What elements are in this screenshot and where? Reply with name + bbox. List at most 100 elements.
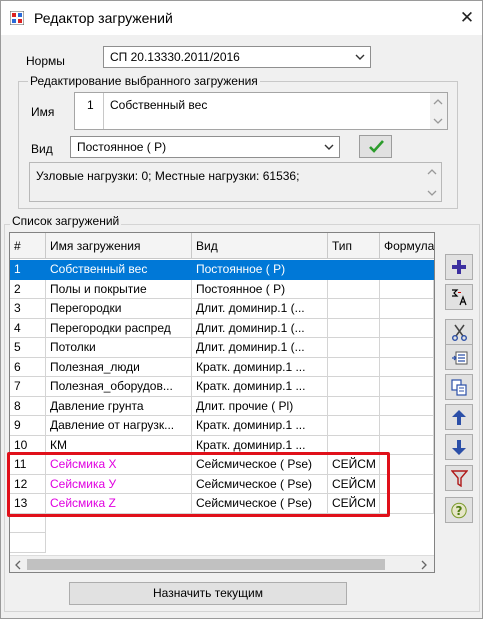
chevron-down-icon bbox=[324, 144, 334, 150]
cell-type bbox=[328, 260, 380, 280]
cell-number: 8 bbox=[10, 396, 46, 416]
insert-button[interactable] bbox=[445, 344, 473, 370]
cell-kind: Кратк. доминир.1 ... bbox=[192, 377, 328, 397]
copy-icon bbox=[451, 379, 467, 396]
table-row[interactable]: 2 Полы и покрытие Постоянное ( P) bbox=[10, 279, 434, 299]
norms-label: Нормы bbox=[26, 54, 65, 68]
move-up-button[interactable] bbox=[445, 404, 473, 430]
cell-kind: Длит. доминир.1 (... bbox=[192, 318, 328, 338]
cell-formula bbox=[380, 396, 434, 416]
cell-kind: Длит. прочие ( Pl) bbox=[192, 396, 328, 416]
cell-number: 4 bbox=[10, 318, 46, 338]
cell-type bbox=[328, 338, 380, 358]
kind-select[interactable]: Постоянное ( P) bbox=[70, 136, 340, 158]
cell-type bbox=[328, 377, 380, 397]
info-scrollbar[interactable] bbox=[424, 163, 441, 201]
table-row[interactable]: 7 Полезная_оборудов... Кратк. доминир.1 ..… bbox=[10, 377, 434, 397]
cell-name: Давление грунта bbox=[46, 396, 192, 416]
checkmark-icon bbox=[369, 140, 384, 153]
cell-number: 3 bbox=[10, 299, 46, 319]
table-row[interactable]: 5 Потолки Длит. доминир.1 (... bbox=[10, 338, 434, 358]
cell-formula bbox=[380, 416, 434, 436]
column-header-formula[interactable]: Формула bbox=[380, 233, 434, 259]
cut-button[interactable] bbox=[445, 319, 473, 345]
cell-type bbox=[328, 357, 380, 377]
name-scrollbar[interactable] bbox=[430, 93, 447, 129]
title-bar: Редактор загружений ✕ bbox=[1, 1, 482, 35]
table-row[interactable]: 1 Собственный вес Постоянное ( P) bbox=[10, 260, 434, 280]
empty-row bbox=[10, 533, 434, 553]
cell-number: 2 bbox=[10, 279, 46, 299]
move-down-icon bbox=[452, 440, 466, 455]
move-down-button[interactable] bbox=[445, 434, 473, 460]
name-value: Собственный вес bbox=[110, 98, 208, 112]
filter-icon bbox=[451, 470, 468, 487]
window-title: Редактор загружений bbox=[34, 10, 173, 26]
table-row[interactable]: 3 Перегородки Длит. доминир.1 (... bbox=[10, 299, 434, 319]
column-header-number[interactable]: # bbox=[10, 233, 46, 259]
assign-current-button[interactable]: Назначить текущим bbox=[69, 582, 347, 605]
insert-icon bbox=[452, 351, 468, 365]
app-icon bbox=[10, 11, 24, 25]
cell-kind: Постоянное ( P) bbox=[192, 260, 328, 280]
cell-name: Полы и покрытие bbox=[46, 279, 192, 299]
name-number: 1 bbox=[87, 98, 94, 112]
cell-formula bbox=[380, 377, 434, 397]
cell-formula bbox=[380, 299, 434, 319]
empty-cell bbox=[10, 533, 46, 553]
sum-sort-button[interactable] bbox=[445, 284, 473, 310]
close-button[interactable]: ✕ bbox=[453, 4, 481, 32]
copy-button[interactable] bbox=[445, 374, 473, 400]
help-button[interactable]: ? bbox=[445, 497, 473, 523]
table-row[interactable]: 4 Перегородки распред Длит. доминир.1 (... bbox=[10, 318, 434, 338]
cell-formula bbox=[380, 318, 434, 338]
filter-button[interactable] bbox=[445, 465, 473, 491]
scrollbar-thumb[interactable] bbox=[27, 559, 385, 570]
close-icon: ✕ bbox=[459, 8, 475, 27]
svg-text:?: ? bbox=[456, 504, 463, 518]
cut-icon bbox=[452, 324, 467, 341]
cell-kind: Кратк. доминир.1 ... bbox=[192, 357, 328, 377]
cell-name: Потолки bbox=[46, 338, 192, 358]
load-list-table[interactable]: # Имя загружения Вид Тип Формула 1 Собств… bbox=[9, 232, 435, 573]
cell-formula bbox=[380, 338, 434, 358]
scroll-up-icon bbox=[427, 169, 437, 175]
table-row[interactable]: 6 Полезная_люди Кратк. доминир.1 ... bbox=[10, 357, 434, 377]
name-field[interactable]: 1 Собственный вес bbox=[74, 92, 448, 130]
cell-kind: Длит. доминир.1 (... bbox=[192, 338, 328, 358]
cell-type bbox=[328, 299, 380, 319]
cell-type bbox=[328, 396, 380, 416]
cell-type bbox=[328, 416, 380, 436]
cell-formula bbox=[380, 260, 434, 280]
cell-name: Перегородки bbox=[46, 299, 192, 319]
scroll-right-icon bbox=[421, 560, 427, 570]
cell-type bbox=[328, 279, 380, 299]
column-header-kind[interactable]: Вид bbox=[192, 233, 328, 259]
cell-name: Собственный вес bbox=[46, 260, 192, 280]
cell-name: Перегородки распред bbox=[46, 318, 192, 338]
cell-number: 9 bbox=[10, 416, 46, 436]
table-row[interactable]: 8 Давление грунта Длит. прочие ( Pl) bbox=[10, 396, 434, 416]
scroll-down-icon bbox=[427, 190, 437, 196]
cell-name: Полезная_оборудов... bbox=[46, 377, 192, 397]
load-editor-window: Редактор загружений ✕ Нормы СП 20.13330.… bbox=[0, 0, 483, 619]
kind-label: Вид bbox=[31, 142, 53, 156]
scroll-up-icon bbox=[433, 99, 443, 105]
add-load-button[interactable] bbox=[445, 254, 473, 280]
apply-kind-button[interactable] bbox=[359, 135, 392, 158]
move-up-icon bbox=[452, 410, 466, 425]
table-row[interactable]: 9 Давление от нагрузк... Кратк. доминир.1 … bbox=[10, 416, 434, 436]
cell-number: 6 bbox=[10, 357, 46, 377]
kind-value: Постоянное ( P) bbox=[77, 140, 167, 154]
horizontal-scrollbar[interactable] bbox=[10, 555, 434, 572]
cell-kind: Кратк. доминир.1 ... bbox=[192, 416, 328, 436]
assign-current-label: Назначить текущим bbox=[152, 586, 264, 600]
load-info-text: Узловые нагрузки: 0; Местные нагрузки: 6… bbox=[36, 169, 300, 183]
column-header-type[interactable]: Тип bbox=[328, 233, 380, 259]
sum-sort-icon bbox=[452, 289, 467, 306]
norms-select[interactable]: СП 20.13330.2011/2016 bbox=[103, 46, 371, 68]
column-header-name[interactable]: Имя загружения bbox=[46, 233, 192, 259]
add-icon bbox=[452, 260, 466, 274]
name-divider bbox=[103, 93, 104, 129]
cell-formula bbox=[380, 279, 434, 299]
